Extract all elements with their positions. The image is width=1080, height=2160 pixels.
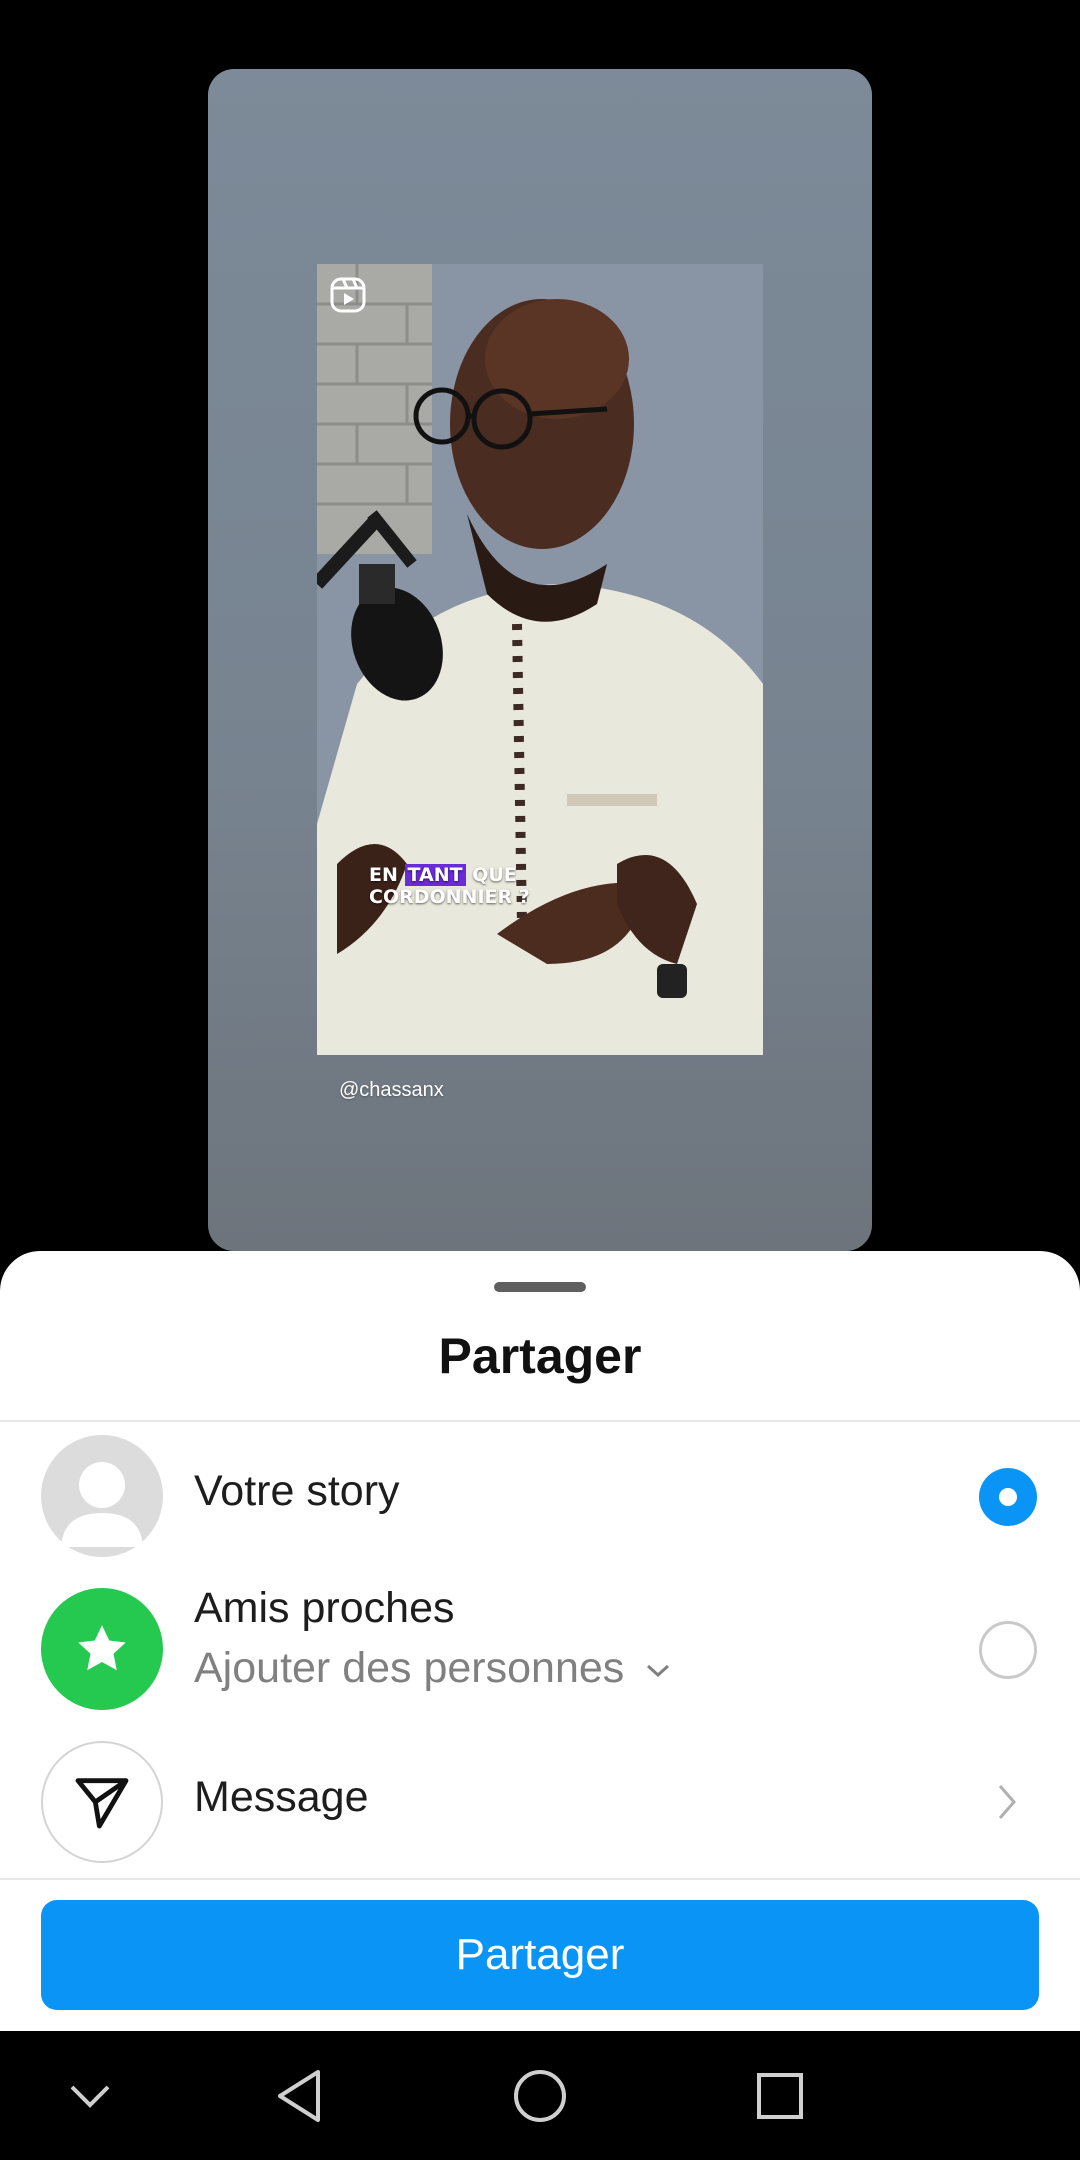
reels-icon xyxy=(330,277,366,313)
caption-line-2: CORDONNIER ? xyxy=(369,886,530,908)
reel-thumbnail[interactable]: EN TANT QUE CORDONNIER ? xyxy=(317,264,763,1055)
caption-highlight: TANT xyxy=(404,864,466,886)
story-preview-card: EN TANT QUE CORDONNIER ? @chassanx xyxy=(208,69,872,1251)
reel-thumbnail-image xyxy=(317,264,763,1055)
add-people-label: Ajouter des personnes xyxy=(194,1644,625,1692)
option-close-friends[interactable]: Amis proches Ajouter des personnes xyxy=(0,1574,1080,1724)
close-friends-avatar xyxy=(41,1588,163,1710)
avatar xyxy=(41,1435,163,1557)
message-avatar xyxy=(41,1741,163,1863)
send-icon xyxy=(75,1778,129,1829)
drag-handle[interactable] xyxy=(494,1282,586,1292)
reel-caption: EN TANT QUE CORDONNIER ? xyxy=(369,864,530,908)
system-nav-bar xyxy=(0,2031,1080,2160)
hide-keyboard-button[interactable] xyxy=(55,2061,125,2131)
person-icon xyxy=(61,1462,143,1547)
recents-square-icon xyxy=(757,2073,803,2119)
username-sticker[interactable]: @chassanx xyxy=(339,1079,444,1102)
share-button[interactable]: Partager xyxy=(41,1900,1039,2010)
option-label: Message xyxy=(194,1773,369,1821)
radio-unselected[interactable] xyxy=(979,1621,1037,1679)
add-people-dropdown[interactable]: Ajouter des personnes xyxy=(194,1644,672,1693)
option-label: Votre story xyxy=(194,1467,400,1515)
back-button[interactable] xyxy=(265,2061,335,2131)
chevron-down-icon xyxy=(70,2085,110,2108)
caption-word: EN xyxy=(369,864,398,886)
radio-selected[interactable] xyxy=(979,1468,1037,1526)
divider xyxy=(0,1878,1080,1880)
option-your-story[interactable]: Votre story xyxy=(0,1421,1080,1571)
star-icon xyxy=(78,1625,126,1671)
option-label: Amis proches xyxy=(194,1584,455,1632)
option-message[interactable]: Message xyxy=(0,1727,1080,1877)
recents-button[interactable] xyxy=(745,2061,815,2131)
caption-word: QUE xyxy=(472,864,517,886)
back-triangle-icon xyxy=(278,2070,320,2122)
chevron-down-icon xyxy=(647,1664,670,1677)
sheet-title: Partager xyxy=(438,1328,642,1384)
home-circle-icon xyxy=(514,2070,566,2122)
chevron-right-icon xyxy=(998,1785,1016,1819)
home-button[interactable] xyxy=(505,2061,575,2131)
